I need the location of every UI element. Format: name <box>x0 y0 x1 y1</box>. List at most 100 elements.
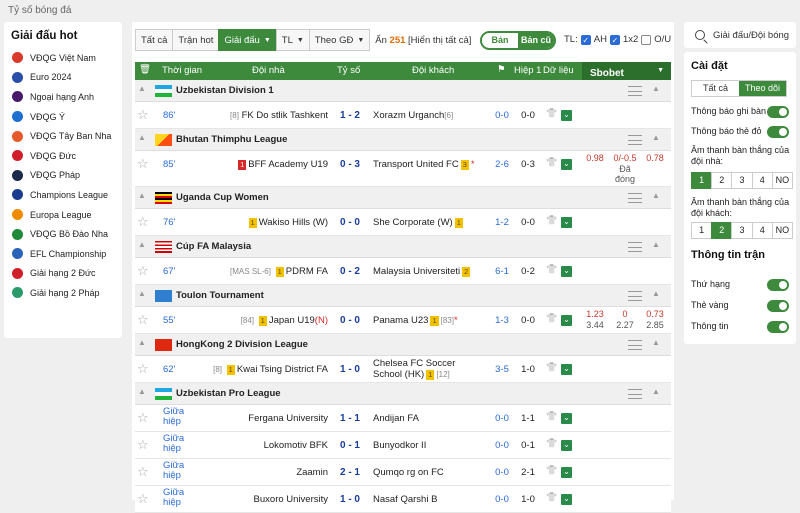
data-chevron-icon[interactable]: ⌄ <box>561 440 572 451</box>
away-team[interactable]: She Corporate (W) 1 <box>373 217 465 228</box>
match-score[interactable]: 0 - 2 <box>333 266 367 277</box>
search-box[interactable]: Giải đấu/Đội bóng <box>684 22 796 48</box>
data-chevron-icon[interactable]: ⌄ <box>561 110 572 121</box>
away-team[interactable]: Bunyodkor II <box>373 440 426 451</box>
league-name[interactable]: Bhutan Thimphu League <box>176 134 287 145</box>
match-row[interactable]: ☆ 55' [84] 1 Japan U19(N) 0 - 0 Panama U23 1 [8… <box>135 307 671 334</box>
filter-league-button[interactable]: Giải đấu ▼ <box>218 29 277 51</box>
list-menu-icon[interactable] <box>628 291 642 301</box>
favorite-star-icon[interactable]: ☆ <box>137 312 149 328</box>
data-chevron-icon[interactable]: ⌄ <box>561 364 572 375</box>
favorite-star-icon[interactable]: ☆ <box>137 361 149 377</box>
hot-league-item[interactable]: Ngoại hạng Anh <box>4 87 122 107</box>
pin-icon[interactable]: ▲ <box>138 191 146 200</box>
sound-away-option[interactable]: 2 <box>711 222 733 239</box>
notify-goal-toggle[interactable] <box>767 106 789 118</box>
hot-league-item[interactable]: Champions League <box>4 185 122 205</box>
away-team[interactable]: Chelsea FC Soccer School (HK) 1 [12] <box>373 358 485 380</box>
sound-home-option[interactable]: 2 <box>711 172 733 189</box>
match-row[interactable]: ☆ Giữa hiệp Fergana University 1 - 1 Andijan… <box>135 405 671 432</box>
hot-league-item[interactable]: VĐQG Việt Nam <box>4 48 122 68</box>
match-row[interactable]: ☆ 67' [MAS SL-6] 1 PDRM FA 0 - 2 Malaysia Uni… <box>135 258 671 285</box>
home-team[interactable]: [8] 1 Kwai Tsing District FA <box>213 364 328 375</box>
lineup-shirt-icon[interactable]: 👕 <box>546 465 557 476</box>
ah-checkbox[interactable]: ✓ <box>580 34 591 45</box>
favorite-star-icon[interactable]: ☆ <box>137 410 149 426</box>
match-score[interactable]: 1 - 2 <box>333 110 367 121</box>
pin-icon[interactable]: ▲ <box>138 84 146 93</box>
list-menu-icon[interactable] <box>628 340 642 350</box>
collapse-icon[interactable]: ▲ <box>652 289 660 298</box>
league-name[interactable]: Cúp FA Malaysia <box>176 241 251 252</box>
data-chevron-icon[interactable]: ⌄ <box>561 315 572 326</box>
match-score[interactable]: 1 - 1 <box>333 413 367 424</box>
info-rank-toggle[interactable] <box>767 279 789 291</box>
seg-all[interactable]: Tất cả <box>692 81 739 96</box>
home-team[interactable]: [MAS SL-6] 1 PDRM FA <box>230 266 328 277</box>
new-version-option[interactable]: Bản mới <box>482 33 518 48</box>
version-toggle[interactable]: Bản mới Bản cũ <box>480 31 556 50</box>
lineup-shirt-icon[interactable]: 👕 <box>546 438 557 449</box>
collapse-icon[interactable]: ▲ <box>652 133 660 142</box>
match-row[interactable]: ☆ 62' [8] 1 Kwai Tsing District FA 1 - 0 Chel… <box>135 356 671 383</box>
favorite-star-icon[interactable]: ☆ <box>137 437 149 453</box>
home-team[interactable]: 1 BFF Academy U19 <box>236 159 328 170</box>
sound-away-option[interactable]: 3 <box>731 222 753 239</box>
sound-away-option[interactable]: 4 <box>751 222 773 239</box>
league-name[interactable]: Uzbekistan Division 1 <box>176 85 274 96</box>
hot-league-item[interactable]: VĐQG Ý <box>4 107 122 127</box>
hot-league-item[interactable]: Giải hạng 2 Pháp <box>4 283 122 303</box>
home-team[interactable]: Lokomotiv BFK <box>264 440 328 451</box>
hot-league-item[interactable]: Euro 2024 <box>4 68 122 88</box>
collapse-icon[interactable]: ▲ <box>652 338 660 347</box>
match-row[interactable]: ☆ 76' 1 Wakiso Hills (W) 0 - 0 She Corporate … <box>135 209 671 236</box>
sort-button[interactable]: Theo GĐ ▼ <box>308 29 371 51</box>
hot-league-item[interactable]: VĐQG Pháp <box>4 166 122 186</box>
favorite-star-icon[interactable]: ☆ <box>137 263 149 279</box>
favorite-star-icon[interactable]: ☆ <box>137 107 149 123</box>
collapse-icon[interactable]: ▲ <box>652 387 660 396</box>
match-score[interactable]: 2 - 1 <box>333 467 367 478</box>
data-chevron-icon[interactable]: ⌄ <box>561 159 572 170</box>
collapse-icon[interactable]: ▲ <box>652 84 660 93</box>
lineup-shirt-icon[interactable]: 👕 <box>546 215 557 226</box>
away-team[interactable]: Qumqo rg on FC <box>373 467 444 478</box>
hot-league-item[interactable]: Giải hạng 2 Đức <box>4 264 122 284</box>
old-version-option[interactable]: Bản cũ <box>518 33 554 48</box>
pin-icon[interactable]: ▲ <box>138 133 146 142</box>
sound-home-option[interactable]: 1 <box>691 172 713 189</box>
sound-away-option[interactable]: 1 <box>691 222 713 239</box>
away-team[interactable]: Andijan FA <box>373 413 419 424</box>
filter-all-button[interactable]: Tất cả <box>135 29 174 51</box>
lineup-shirt-icon[interactable]: 👕 <box>546 108 557 119</box>
lineup-shirt-icon[interactable]: 👕 <box>546 492 557 503</box>
pin-icon[interactable]: ▲ <box>138 387 146 396</box>
home-team[interactable]: [8] FK Do stlik Tashkent <box>230 110 328 121</box>
away-team[interactable]: Transport United FC 3 * <box>373 159 475 170</box>
pin-icon[interactable]: ▲ <box>138 240 146 249</box>
match-score[interactable]: 0 - 0 <box>333 217 367 228</box>
bookmaker-select[interactable]: Sbobet ▼ <box>582 62 671 80</box>
hot-league-item[interactable]: VĐQG Đức <box>4 146 122 166</box>
match-row[interactable]: ☆ 85' 1 BFF Academy U19 0 - 3 Transport Unite… <box>135 151 671 187</box>
match-row[interactable]: ☆ Giữa hiệp Lokomotiv BFK 0 - 1 Bunyodkor II… <box>135 432 671 459</box>
league-name[interactable]: Toulon Tournament <box>176 290 264 301</box>
info-info-toggle[interactable] <box>767 321 789 333</box>
sound-home-option[interactable]: NO <box>771 172 794 189</box>
away-team[interactable]: Panama U23 1 [83]* <box>373 315 458 326</box>
1x2-checkbox[interactable]: ✓ <box>609 34 620 45</box>
home-team[interactable]: Zaamin <box>296 467 328 478</box>
home-team[interactable]: 1 Wakiso Hills (W) <box>247 217 328 228</box>
sound-home-option[interactable]: 3 <box>731 172 753 189</box>
hot-league-item[interactable]: EFL Championship <box>4 244 122 264</box>
home-team[interactable]: Fergana University <box>248 413 328 424</box>
favorite-star-icon[interactable]: ☆ <box>137 214 149 230</box>
favorite-star-icon[interactable]: ☆ <box>137 464 149 480</box>
list-menu-icon[interactable] <box>628 135 642 145</box>
away-team[interactable]: Malaysia Universiteti 2 <box>373 266 472 277</box>
data-chevron-icon[interactable]: ⌄ <box>561 467 572 478</box>
lineup-shirt-icon[interactable]: 👕 <box>546 313 557 324</box>
pin-icon[interactable]: ▲ <box>138 338 146 347</box>
match-row[interactable]: ☆ 86' [8] FK Do stlik Tashkent 1 - 2 Xorazm … <box>135 102 671 129</box>
league-name[interactable]: HongKong 2 Division League <box>176 339 308 350</box>
